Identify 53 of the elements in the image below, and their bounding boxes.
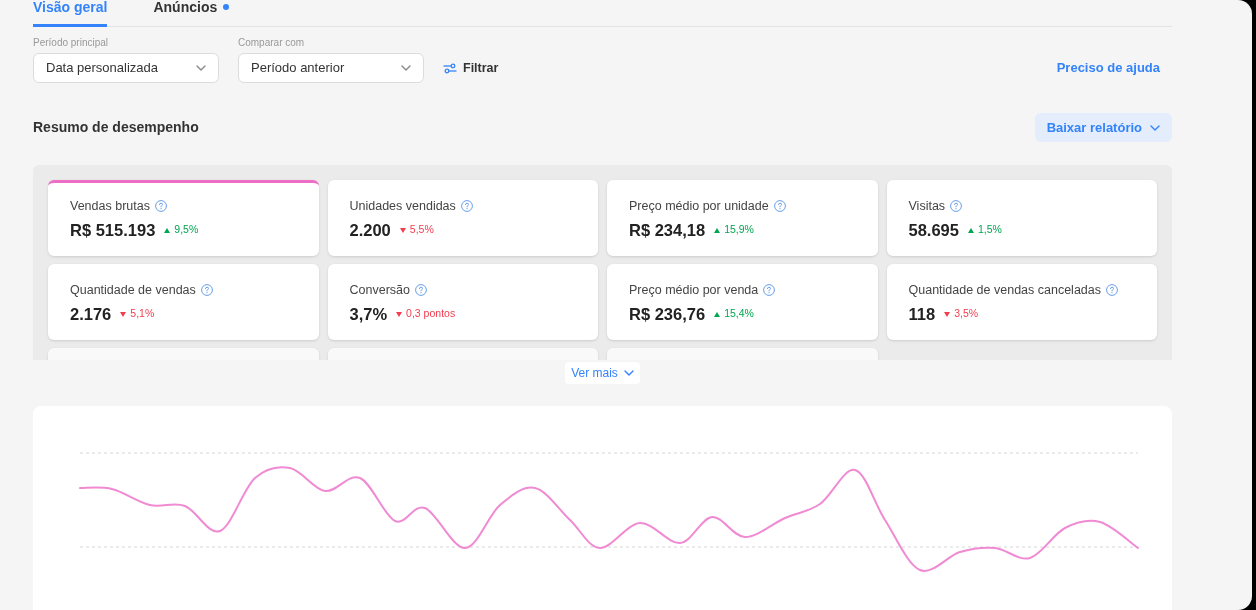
metric-value: 2.176: [70, 304, 112, 324]
help-icon[interactable]: [950, 200, 963, 212]
field-label: Período principal: [33, 37, 110, 49]
metric-card[interactable]: Quantidade de vendas 2.176 5,1%: [48, 264, 319, 340]
chevron-down-icon: [196, 65, 206, 71]
help-icon[interactable]: [200, 284, 213, 296]
metric-card[interactable]: Vendas brutas R$ 515.193 9,5%: [48, 180, 319, 256]
metric-change: 9,5%: [174, 222, 199, 238]
help-icon[interactable]: [773, 200, 786, 212]
metric-change: 5,1%: [130, 306, 155, 322]
metric-label: Conversão: [349, 283, 410, 297]
metric-label: Unidades vendidas: [349, 199, 456, 213]
chevron-down-icon: [1150, 124, 1160, 131]
filter-button[interactable]: Filtrar: [443, 53, 499, 83]
help-icon[interactable]: [414, 284, 427, 296]
tab[interactable]: Anúncios: [153, 0, 230, 27]
sliders-icon: [443, 62, 457, 74]
metric-change: 15,9%: [724, 222, 754, 238]
metric-value: R$ 236,76: [629, 304, 706, 324]
help-icon[interactable]: [763, 284, 776, 296]
metric-label: Preço médio por unidade: [629, 199, 769, 213]
metric-change: 0,3 pontos: [406, 306, 456, 322]
metric-value: 3,7%: [349, 304, 388, 324]
help-icon[interactable]: [460, 200, 473, 212]
metric-change: 3,5%: [954, 306, 979, 322]
field-label: Comparar com: [238, 37, 306, 49]
metric-value: R$ 515.193: [70, 220, 156, 240]
metric-label: Quantidade de vendas: [70, 283, 196, 297]
metric-card[interactable]: Quantidade de vendas canceladas 118 3,5%: [886, 264, 1157, 340]
period-dropdown[interactable]: Data personalizada: [33, 53, 219, 83]
metric-card[interactable]: Visitas 58.695 1,5%: [886, 180, 1157, 256]
metric-card[interactable]: Preço médio por unidade R$ 234,18 15,9%: [607, 180, 878, 256]
help-icon[interactable]: [154, 200, 167, 212]
chevron-down-icon: [401, 65, 411, 71]
metric-value: R$ 234,18: [629, 220, 706, 240]
help-icon[interactable]: [1106, 284, 1118, 296]
period-dropdown[interactable]: Período anterior: [238, 53, 424, 83]
show-more-button[interactable]: Ver mais: [565, 362, 640, 384]
metric-value: 2.200: [349, 220, 391, 240]
metric-change: 15,4%: [724, 306, 754, 322]
metric-change: 1,5%: [977, 222, 1002, 238]
metric-label: Preço médio por venda: [629, 283, 759, 297]
metric-card[interactable]: Conversão 3,7% 0,3 pontos: [327, 264, 598, 340]
metric-card[interactable]: Preço médio por venda R$ 236,76 15,4%: [607, 264, 878, 340]
metric-change: 5,5%: [409, 222, 434, 238]
section-title: Resumo de desempenho: [33, 118, 199, 137]
metric-value: 118: [908, 304, 936, 324]
metric-card[interactable]: Unidades vendidas 2.200 5,5%: [327, 180, 598, 256]
metric-label: Visitas: [908, 199, 946, 213]
metric-value: 58.695: [908, 220, 959, 240]
metric-label: Quantidade de vendas canceladas: [908, 283, 1101, 297]
chevron-down-icon: [623, 370, 634, 376]
metric-label: Vendas brutas: [70, 199, 150, 213]
